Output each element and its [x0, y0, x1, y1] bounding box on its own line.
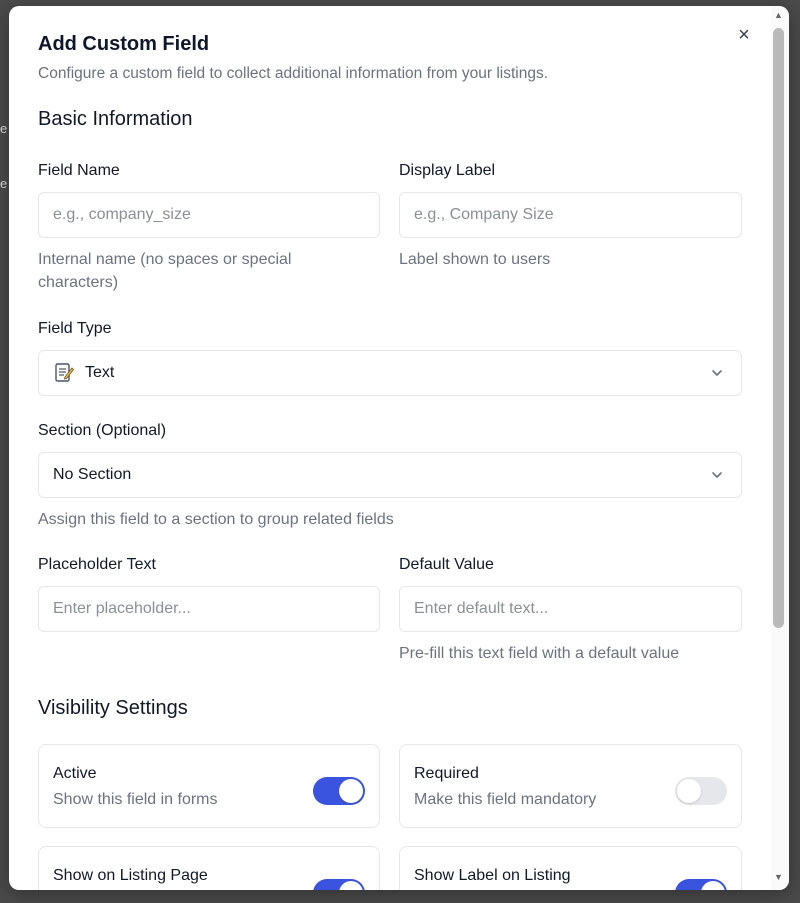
- field-name-help: Internal name (no spaces or special char…: [38, 251, 292, 291]
- section-value: No Section: [53, 466, 132, 483]
- field-name-label: Field Name: [38, 162, 120, 179]
- backdrop-text: e: [0, 121, 8, 136]
- scrollbar-thumb[interactable]: [773, 28, 784, 628]
- backdrop-text: e: [0, 176, 8, 191]
- dialog-subtitle: Configure a custom field to collect addi…: [38, 65, 549, 82]
- section-label: Section (Optional): [38, 422, 167, 439]
- default-value-label: Default Value: [399, 556, 494, 573]
- active-toggle[interactable]: [313, 777, 365, 805]
- section-help: Assign this field to a section to group …: [38, 511, 394, 528]
- toggle-knob: [339, 779, 363, 803]
- display-label-help: Label shown to users: [399, 251, 551, 268]
- dialog-content: Add Custom Field Configure a custom fiel…: [9, 6, 769, 890]
- field-type-select[interactable]: Text: [38, 350, 742, 396]
- show-label-on-listing-toggle[interactable]: [675, 879, 727, 890]
- basic-information-heading: Basic Information: [38, 108, 193, 130]
- add-custom-field-dialog: Add Custom Field Configure a custom fiel…: [9, 6, 789, 890]
- show-on-listing-page-title: Show on Listing Page: [53, 867, 208, 884]
- text-document-icon: [53, 362, 75, 384]
- show-on-listing-page-card: Show on Listing Page: [38, 846, 380, 890]
- dialog-title: Add Custom Field: [38, 33, 210, 55]
- field-type-value: Text: [85, 364, 115, 381]
- toggle-knob: [339, 881, 363, 890]
- default-value-input[interactable]: [399, 586, 742, 632]
- placeholder-text-label: Placeholder Text: [38, 556, 156, 573]
- visibility-settings-heading: Visibility Settings: [38, 697, 188, 719]
- required-setting-description: Make this field mandatory: [414, 791, 597, 808]
- required-setting-card: Required Make this field mandatory: [399, 744, 742, 828]
- show-on-listing-page-toggle[interactable]: [313, 879, 365, 890]
- close-icon: ×: [738, 24, 750, 46]
- field-type-label: Field Type: [38, 320, 112, 337]
- required-setting-title: Required: [414, 765, 479, 782]
- show-label-on-listing-card: Show Label on Listing: [399, 846, 742, 890]
- show-label-on-listing-title: Show Label on Listing: [414, 867, 571, 884]
- close-button[interactable]: ×: [733, 24, 755, 46]
- active-setting-title: Active: [53, 765, 97, 782]
- active-setting-description: Show this field in forms: [53, 791, 218, 808]
- toggle-knob: [701, 881, 725, 890]
- active-setting-card: Active Show this field in forms: [38, 744, 380, 828]
- default-value-help: Pre-fill this text field with a default …: [399, 645, 680, 662]
- required-toggle[interactable]: [675, 777, 727, 805]
- scroll-down-arrow-icon[interactable]: ▼: [773, 872, 784, 882]
- display-label-input[interactable]: [399, 192, 742, 238]
- chevron-down-icon: [712, 472, 722, 478]
- chevron-down-icon: [712, 370, 722, 376]
- display-label-label: Display Label: [399, 162, 496, 179]
- toggle-knob: [677, 779, 701, 803]
- scroll-up-arrow-icon[interactable]: ▲: [773, 10, 784, 20]
- section-select[interactable]: No Section: [38, 452, 742, 498]
- field-name-input[interactable]: [38, 192, 380, 238]
- placeholder-text-input[interactable]: [38, 586, 380, 632]
